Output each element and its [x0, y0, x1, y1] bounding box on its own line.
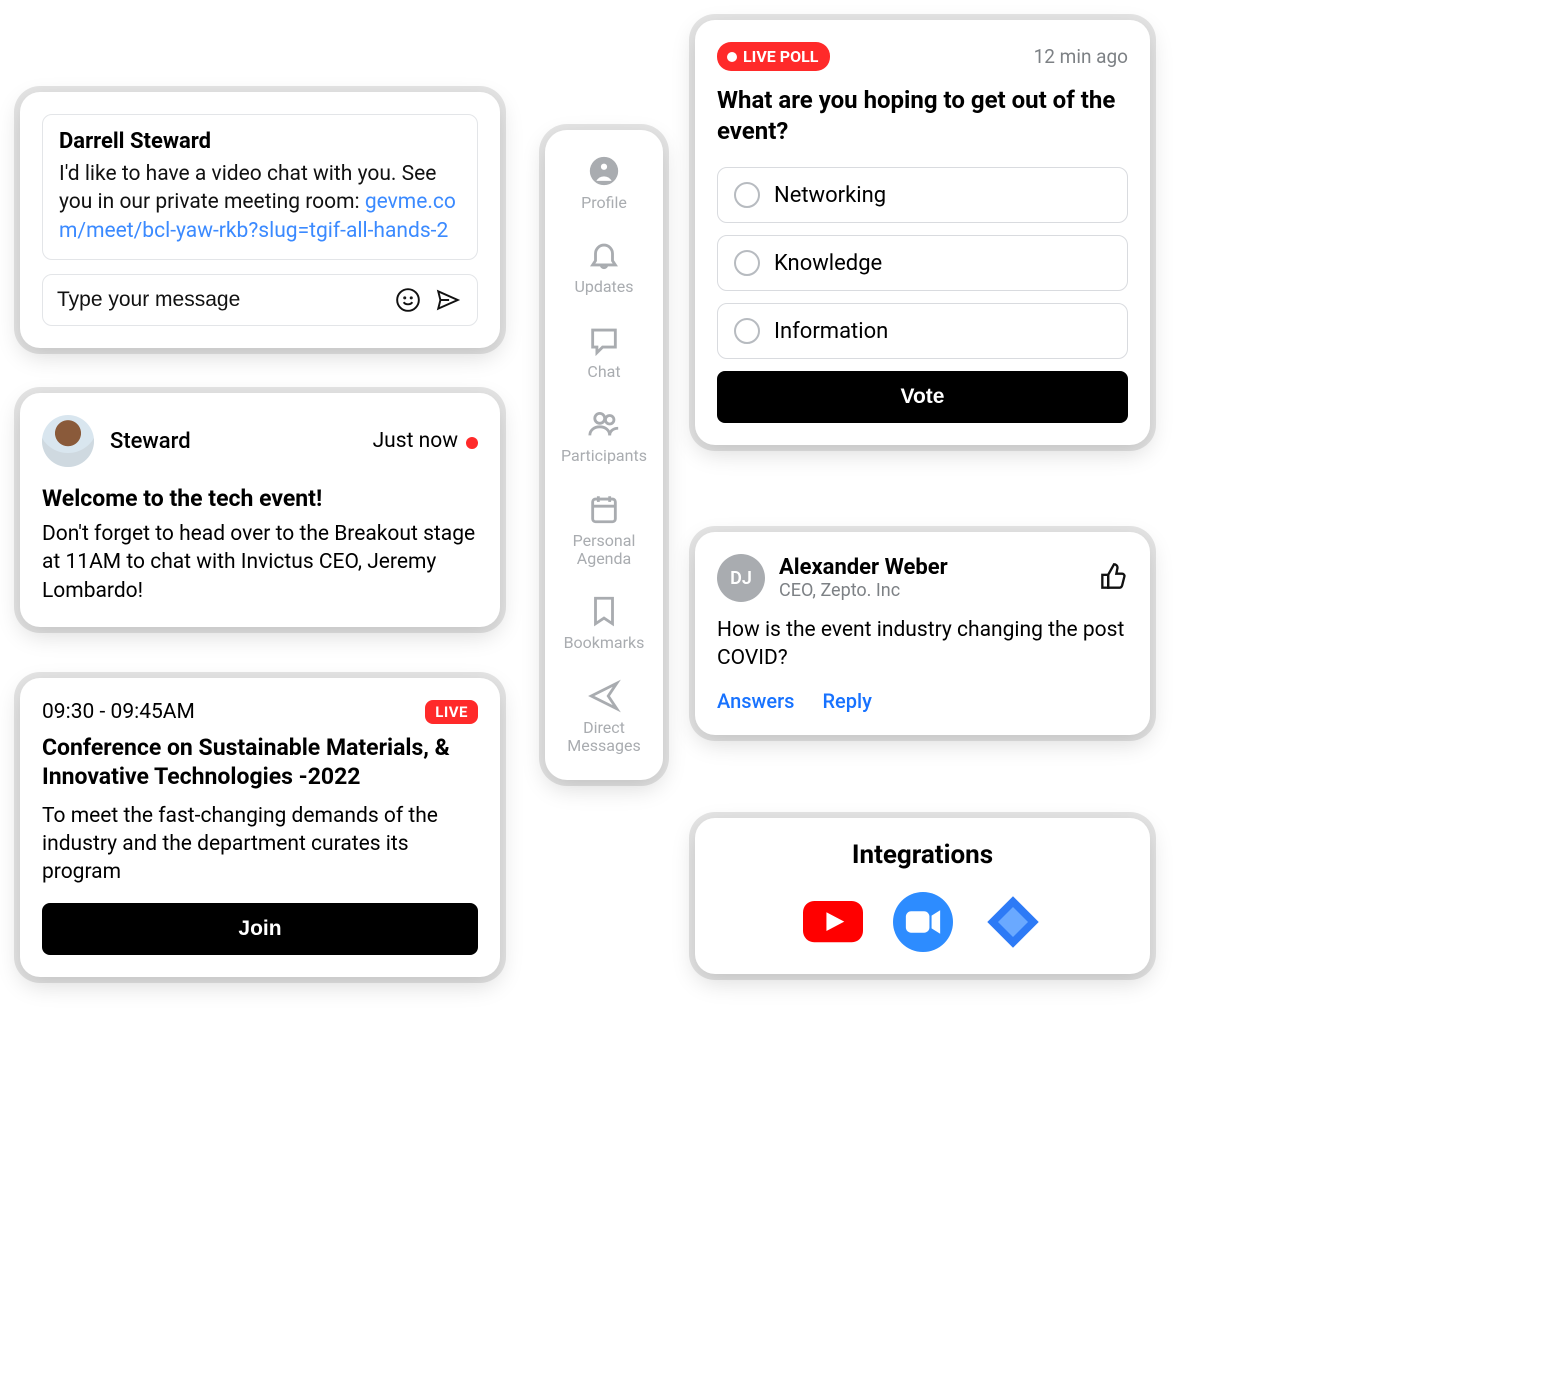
poll-timestamp: 12 min ago — [1034, 45, 1128, 68]
notification-sender-name: Steward — [110, 429, 357, 454]
poll-option-label: Knowledge — [774, 251, 882, 276]
integrations-title: Integrations — [717, 840, 1128, 870]
live-badge: LIVE — [425, 700, 478, 724]
emoji-icon[interactable] — [393, 285, 423, 315]
youtube-icon[interactable] — [803, 892, 863, 952]
sidebar-item-direct-messages[interactable]: Direct Messages — [551, 679, 657, 756]
integrations-row — [717, 892, 1128, 952]
question-actions: Answers Reply — [717, 689, 1128, 713]
session-description: To meet the fast-changing demands of the… — [42, 802, 478, 887]
notification-time-wrap: Just now — [373, 429, 478, 453]
sidebar-item-label: Profile — [581, 194, 627, 212]
answers-link[interactable]: Answers — [717, 689, 794, 713]
radio-icon — [734, 318, 760, 344]
poll-option-label: Networking — [774, 183, 886, 208]
radio-icon — [734, 182, 760, 208]
sidebar-item-participants[interactable]: Participants — [551, 407, 657, 465]
poll-option-label: Information — [774, 319, 888, 344]
poll-badge-label: LIVE POLL — [743, 47, 818, 66]
join-button[interactable]: Join — [42, 903, 478, 955]
question-author-name: Alexander Weber — [779, 555, 948, 580]
status-dot-icon — [466, 437, 478, 449]
sidebar-item-bookmarks[interactable]: Bookmarks — [551, 594, 657, 652]
live-poll-badge: LIVE POLL — [717, 42, 830, 71]
sidebar-item-updates[interactable]: Updates — [551, 238, 657, 296]
calendar-icon — [587, 492, 621, 526]
live-dot-icon — [727, 52, 737, 62]
chat-sender-name: Darrell Steward — [59, 129, 461, 154]
sidebar-item-label: Chat — [587, 363, 620, 381]
poll-card: LIVE POLL 12 min ago What are you hoping… — [695, 20, 1150, 445]
notification-time: Just now — [373, 429, 458, 453]
question-body: How is the event industry changing the p… — [717, 616, 1128, 673]
vote-button[interactable]: Vote — [717, 371, 1128, 423]
participants-icon — [587, 407, 621, 441]
question-author-role: CEO, Zepto. Inc — [779, 580, 948, 601]
sidebar-item-chat[interactable]: Chat — [551, 323, 657, 381]
chat-card: Darrell Steward I'd like to have a video… — [20, 92, 500, 348]
poll-question: What are you hoping to get out of the ev… — [717, 85, 1128, 147]
bookmark-icon — [587, 594, 621, 628]
avatar-initials: DJ — [717, 554, 765, 602]
integrations-card: Integrations — [695, 818, 1150, 974]
sidebar-item-profile[interactable]: Profile — [551, 154, 657, 212]
sidebar-item-personal-agenda[interactable]: Personal Agenda — [551, 492, 657, 569]
session-header: 09:30 - 09:45AM LIVE — [42, 700, 478, 724]
poll-option-knowledge[interactable]: Knowledge — [717, 235, 1128, 291]
sidebar-item-label: Bookmarks — [564, 634, 645, 652]
avatar — [42, 415, 94, 467]
notification-header: Steward Just now — [42, 415, 478, 467]
radio-icon — [734, 250, 760, 276]
chat-message-input[interactable] — [57, 288, 383, 312]
reply-link[interactable]: Reply — [822, 689, 871, 713]
sidebar: Profile Updates Chat Participants Person… — [545, 130, 663, 780]
send-icon[interactable] — [433, 285, 463, 315]
sidebar-item-label: Direct Messages — [551, 719, 657, 756]
jira-icon[interactable] — [983, 892, 1043, 952]
poll-option-networking[interactable]: Networking — [717, 167, 1128, 223]
chat-input-row — [42, 274, 478, 326]
poll-option-information[interactable]: Information — [717, 303, 1128, 359]
notification-title: Welcome to the tech event! — [42, 485, 478, 512]
bell-icon — [587, 238, 621, 272]
session-card: 09:30 - 09:45AM LIVE Conference on Susta… — [20, 678, 500, 977]
notification-card: Steward Just now Welcome to the tech eve… — [20, 393, 500, 627]
chat-icon — [587, 323, 621, 357]
question-card: DJ Alexander Weber CEO, Zepto. Inc How i… — [695, 532, 1150, 735]
sidebar-item-label: Updates — [574, 278, 633, 296]
chat-message-body: I'd like to have a video chat with you. … — [59, 160, 461, 245]
thumbs-up-icon[interactable] — [1100, 562, 1128, 594]
question-author-block: Alexander Weber CEO, Zepto. Inc — [779, 555, 948, 601]
sidebar-item-label: Personal Agenda — [551, 532, 657, 569]
poll-header: LIVE POLL 12 min ago — [717, 42, 1128, 71]
chat-message: Darrell Steward I'd like to have a video… — [42, 114, 478, 260]
sidebar-item-label: Participants — [561, 447, 647, 465]
profile-icon — [587, 154, 621, 188]
send-icon — [587, 679, 621, 713]
session-time: 09:30 - 09:45AM — [42, 700, 195, 724]
question-header: DJ Alexander Weber CEO, Zepto. Inc — [717, 554, 1128, 602]
zoom-icon[interactable] — [893, 892, 953, 952]
session-title: Conference on Sustainable Materials, & I… — [42, 734, 478, 792]
notification-body: Don't forget to head over to the Breakou… — [42, 520, 478, 605]
